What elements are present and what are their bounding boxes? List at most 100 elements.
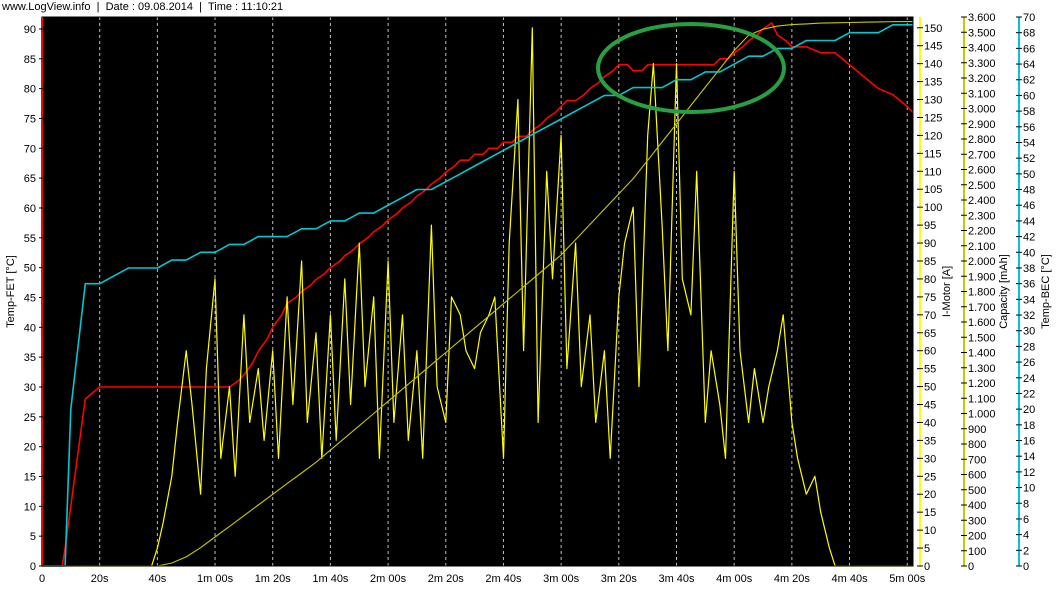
temp-fet-axis-tick-label: 60 (24, 203, 36, 215)
i-motor-axis-tick-label: 5 (924, 543, 930, 555)
temp-bec-axis-tick-label: 16 (1023, 436, 1035, 448)
capacity-axis-tick-label: 800 (968, 439, 986, 451)
temp-bec-axis-tick-label: 4 (1023, 530, 1029, 542)
capacity-axis-tick-label: 3.200 (968, 73, 996, 85)
temp-fet-axis-tick-label: 40 (24, 322, 36, 334)
capacity-axis-tick-label: 3.000 (968, 104, 996, 116)
capacity-axis-tick-label: 1.300 (968, 363, 996, 375)
temp-bec-axis-tick-label: 34 (1023, 294, 1035, 306)
capacity-axis-tick-label: 3.500 (968, 27, 996, 39)
x-tick-label: 5m 00s (889, 573, 926, 585)
capacity-axis-tick-label: 700 (968, 454, 986, 466)
x-tick-label: 1m 00s (197, 573, 234, 585)
temp-bec-axis-tick-label: 58 (1023, 106, 1035, 118)
x-tick-label: 3m 00s (543, 573, 580, 585)
temp-bec-axis-tick-label: 70 (1023, 12, 1035, 24)
i-motor-axis-tick-label: 60 (924, 346, 936, 358)
capacity-axis-tick-label: 2.900 (968, 119, 996, 131)
x-tick-label: 4m 40s (832, 573, 869, 585)
i-motor-axis-tick-label: 15 (924, 507, 936, 519)
i-motor-axis-tick-label: 95 (924, 220, 936, 232)
temp-bec-axis-tick-label: 32 (1023, 310, 1035, 322)
temp-fet-axis-tick-label: 70 (24, 143, 36, 155)
capacity-axis-tick-label: 2.000 (968, 256, 996, 268)
x-tick-label: 1m 40s (312, 573, 349, 585)
i-motor-axis-tick-label: 20 (924, 489, 936, 501)
temp-bec-axis-tick-label: 64 (1023, 59, 1035, 71)
temp-fet-axis-tick-label: 35 (24, 352, 36, 364)
plot-area (42, 17, 913, 566)
x-tick-label: 4m 00s (716, 573, 753, 585)
capacity-axis-tick-label: 2.500 (968, 180, 996, 192)
i-motor-axis-tick-label: 100 (924, 202, 942, 214)
i-motor-axis-tick-label: 120 (924, 130, 942, 142)
capacity-axis-tick-label: 1.700 (968, 302, 996, 314)
capacity-axis-title: Capacity [mAh] (998, 254, 1010, 329)
i-motor-axis-tick-label: 110 (924, 166, 942, 178)
temp-bec-axis-tick-label: 36 (1023, 279, 1035, 291)
temp-fet-axis-tick-label: 5 (30, 531, 36, 543)
i-motor-axis-tick-label: 70 (924, 310, 936, 322)
i-motor-axis-tick-label: 25 (924, 471, 936, 483)
i-motor-axis-tick-label: 30 (924, 453, 936, 465)
temp-fet-axis-tick-label: 80 (24, 84, 36, 96)
temp-bec-axis-tick-label: 24 (1023, 373, 1035, 385)
x-tick-label: 2m 00s (370, 573, 407, 585)
i-motor-axis-tick-label: 90 (924, 238, 936, 250)
temp-fet-axis-tick-label: 85 (24, 54, 36, 66)
temp-fet-axis-title: Temp-FET [°C] (5, 255, 17, 328)
x-tick-label: 20s (91, 573, 109, 585)
i-motor-axis-tick-label: 0 (924, 561, 930, 573)
temp-bec-axis-tick-label: 12 (1023, 467, 1035, 479)
temp-bec-axis-title: Temp-BEC [°C] (1040, 254, 1052, 329)
capacity-axis-tick-label: 1.500 (968, 332, 996, 344)
capacity-axis-tick-label: 0 (968, 561, 974, 573)
capacity-axis-tick-label: 1.400 (968, 348, 996, 360)
temp-fet-axis-tick-label: 55 (24, 233, 36, 245)
i-motor-axis-tick-label: 55 (924, 364, 936, 376)
capacity-axis-tick-label: 2.300 (968, 210, 996, 222)
temp-bec-axis-tick-label: 68 (1023, 28, 1035, 40)
i-motor-axis-tick-label: 80 (924, 274, 936, 286)
capacity-axis-tick-label: 2.800 (968, 134, 996, 146)
i-motor-axis-tick-label: 115 (924, 148, 942, 160)
temp-bec-axis-tick-label: 8 (1023, 498, 1029, 510)
i-motor-axis-tick-label: 10 (924, 525, 936, 537)
i-motor-axis-tick-label: 75 (924, 292, 936, 304)
temp-bec-axis-tick-label: 10 (1023, 483, 1035, 495)
temp-bec-axis-tick-label: 46 (1023, 200, 1035, 212)
temp-fet-axis-tick-label: 15 (24, 471, 36, 483)
temp-bec-axis-tick-label: 40 (1023, 247, 1035, 259)
i-motor-axis-tick-label: 40 (924, 417, 936, 429)
temp-bec-axis-tick-label: 30 (1023, 326, 1035, 338)
temp-fet-axis-tick-label: 10 (24, 501, 36, 513)
i-motor-axis-tick-label: 130 (924, 95, 942, 107)
temp-bec-axis-tick-label: 48 (1023, 185, 1035, 197)
temp-bec-axis-tick-label: 20 (1023, 404, 1035, 416)
capacity-axis-tick-label: 2.600 (968, 165, 996, 177)
x-tick-label: 0 (39, 573, 45, 585)
temp-bec-axis-tick-label: 52 (1023, 153, 1035, 165)
i-motor-axis-title: I-Motor [A] (941, 266, 953, 317)
temp-fet-axis-tick-label: 65 (24, 173, 36, 185)
x-tick-label: 40s (148, 573, 166, 585)
i-motor-axis-tick-label: 150 (924, 23, 942, 35)
i-motor-axis-tick-label: 45 (924, 400, 936, 412)
x-tick-label: 2m 20s (428, 573, 465, 585)
i-motor-axis-tick-label: 105 (924, 184, 942, 196)
temp-bec-axis-tick-label: 54 (1023, 137, 1035, 149)
capacity-axis-tick-label: 1.900 (968, 271, 996, 283)
x-tick-label: 3m 40s (658, 573, 695, 585)
capacity-axis-tick-label: 400 (968, 500, 986, 512)
temp-bec-axis-tick-label: 28 (1023, 341, 1035, 353)
temp-bec-axis-tick-label: 2 (1023, 545, 1029, 557)
temp-bec-axis-tick-label: 38 (1023, 263, 1035, 275)
temp-bec-axis-tick-label: 18 (1023, 420, 1035, 432)
capacity-axis-tick-label: 3.600 (968, 12, 996, 24)
temp-bec-axis-tick-label: 50 (1023, 169, 1035, 181)
logview-chart: 0 20s 40s 1m 00s 1m 20s 1m 40s 2m 00s 2m 20s 2m … (5, 12, 1052, 585)
i-motor-axis-tick-label: 50 (924, 382, 936, 394)
temp-fet-axis-tick-label: 0 (30, 561, 36, 573)
x-tick-label: 2m 40s (485, 573, 522, 585)
temp-bec-axis-tick-label: 66 (1023, 43, 1035, 55)
